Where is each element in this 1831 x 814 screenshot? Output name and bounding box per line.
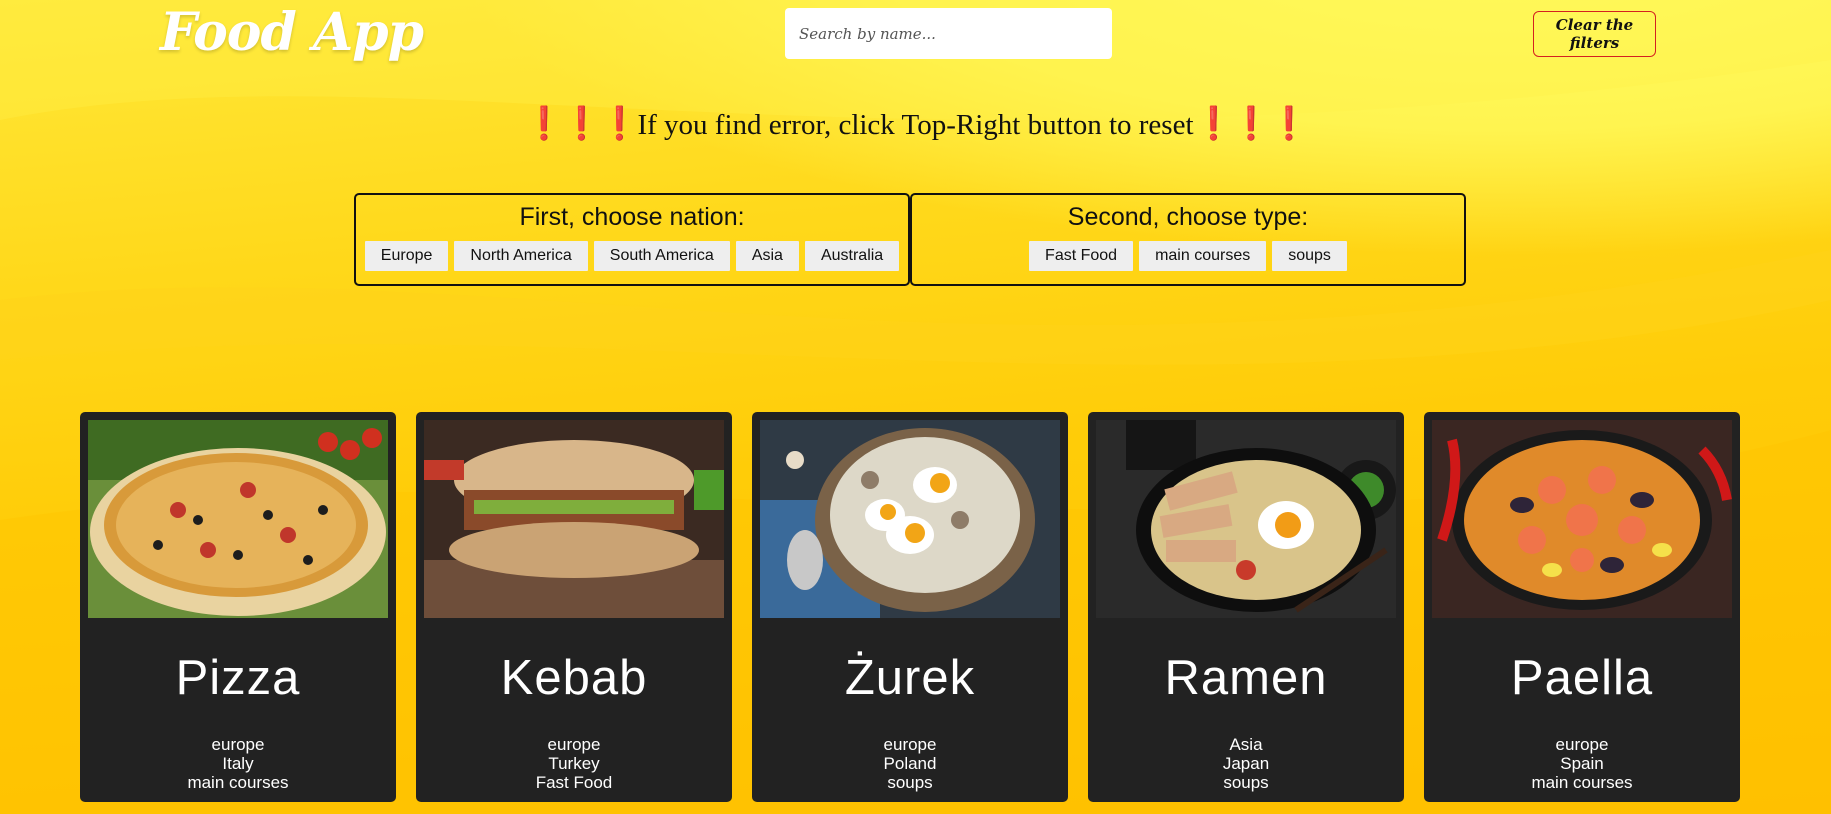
pizza-photo [88, 420, 388, 618]
clear-filters-button[interactable]: Clear the filters [1533, 11, 1656, 57]
exclamation-icon: ❗❗❗ [1193, 104, 1310, 143]
reset-warning: ❗❗❗If you find error, click Top-Right bu… [0, 104, 1831, 143]
dish-type: Fast Food [535, 773, 613, 792]
dish-card-zurek[interactable]: Żurek europe Poland soups [752, 412, 1068, 802]
dish-country: Japan [1222, 754, 1270, 773]
dish-region: Asia [1229, 735, 1263, 754]
exclamation-icon: ❗❗❗ [523, 104, 640, 143]
app-logo: Food App [160, 2, 424, 63]
dish-region: europe [547, 735, 601, 754]
dish-name: Żurek [844, 651, 976, 705]
dish-card-kebab[interactable]: Kebab europe Turkey Fast Food [416, 412, 732, 802]
paella-photo [1432, 420, 1732, 618]
dish-country: Poland [883, 754, 937, 773]
dish-card-pizza[interactable]: Pizza europe Italy main courses [80, 412, 396, 802]
dish-type: main courses [187, 773, 289, 792]
dish-region: europe [883, 735, 937, 754]
dish-country: Italy [222, 754, 254, 773]
filter-main-courses[interactable]: main courses [1139, 241, 1267, 271]
dish-type: soups [1223, 773, 1269, 792]
ramen-photo [1096, 420, 1396, 618]
dish-region: europe [1555, 735, 1609, 754]
filter-south-america[interactable]: South America [593, 241, 730, 271]
nation-filter-title: First, choose nation: [519, 203, 745, 231]
filter-australia[interactable]: Australia [804, 241, 900, 271]
filter-soups[interactable]: soups [1272, 241, 1347, 271]
type-filter: Second, choose type: Fast Food main cour… [910, 193, 1466, 286]
search-input[interactable] [785, 8, 1112, 59]
dish-name: Pizza [175, 651, 301, 705]
nation-filter: First, choose nation: Europe North Ameri… [354, 193, 910, 286]
dish-name: Paella [1510, 651, 1654, 705]
filter-europe[interactable]: Europe [364, 241, 449, 271]
type-filter-title: Second, choose type: [1067, 203, 1309, 231]
zurek-photo [760, 420, 1060, 618]
dish-type: main courses [1531, 773, 1633, 792]
dish-card-ramen[interactable]: Ramen Asia Japan soups [1088, 412, 1404, 802]
warning-text: If you find error, click Top-Right butto… [637, 109, 1194, 141]
filter-asia[interactable]: Asia [735, 241, 799, 271]
dish-region: europe [211, 735, 265, 754]
dish-name: Ramen [1164, 651, 1328, 705]
dish-name: Kebab [500, 651, 648, 705]
dish-type: soups [887, 773, 933, 792]
dish-card-paella[interactable]: Paella europe Spain main courses [1424, 412, 1740, 802]
filter-fast-food[interactable]: Fast Food [1029, 241, 1134, 271]
kebab-photo [424, 420, 724, 618]
filter-north-america[interactable]: North America [454, 241, 588, 271]
dish-country: Spain [1560, 754, 1604, 773]
dish-country: Turkey [548, 754, 600, 773]
